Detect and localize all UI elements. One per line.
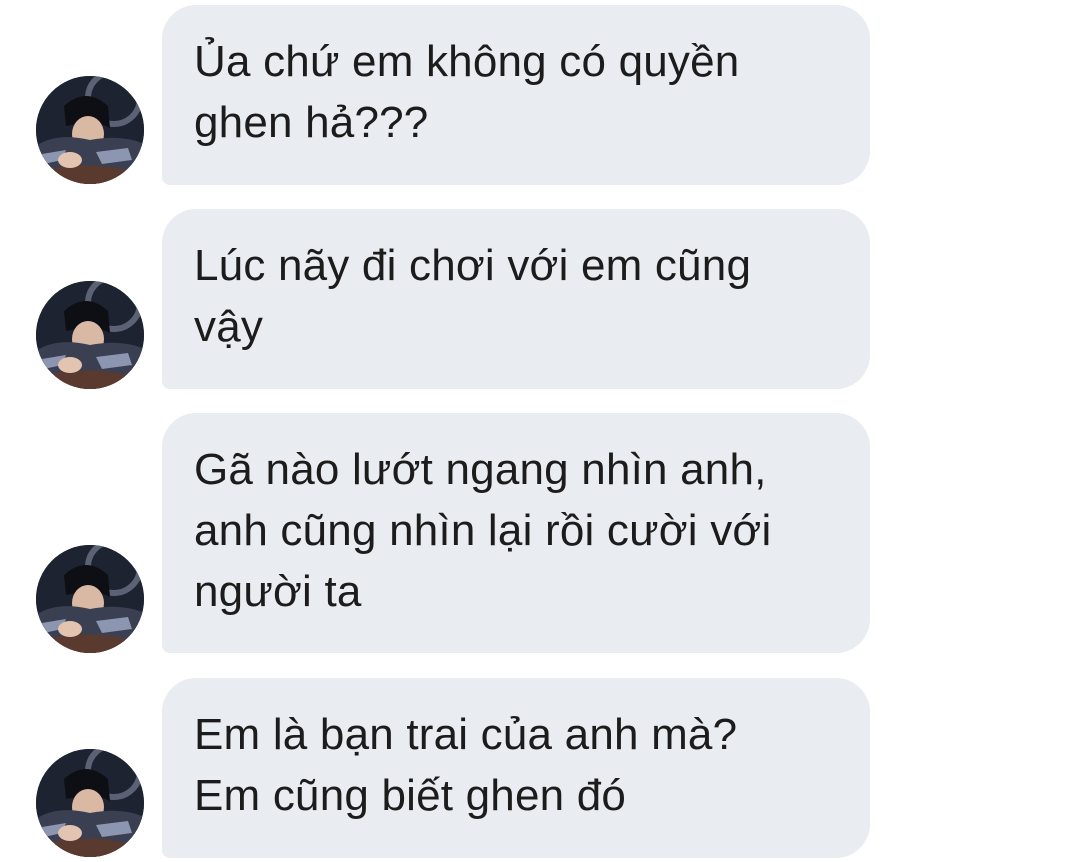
- user-avatar-photo-icon: [36, 76, 144, 184]
- avatar[interactable]: [36, 545, 144, 653]
- message-bubble[interactable]: Lúc nãy đi chơi với em cũng vậy: [162, 209, 870, 389]
- message-text-line: Em cũng biết ghen đó: [194, 771, 627, 820]
- user-avatar-photo-icon: [36, 281, 144, 389]
- avatar[interactable]: [36, 76, 144, 184]
- message-text-line: người ta: [194, 567, 362, 616]
- message-text-line: vậy: [194, 302, 264, 351]
- message-text-line: Em là bạn trai của anh mà?: [194, 710, 738, 759]
- user-avatar-photo-icon: [36, 749, 144, 857]
- message-thread: Ủa chứ em không có quyền ghen hả??? Lúc …: [0, 0, 1080, 862]
- message-bubble[interactable]: Em là bạn trai của anh mà? Em cũng biết …: [162, 678, 870, 858]
- message-bubble[interactable]: Ủa chứ em không có quyền ghen hả???: [162, 5, 870, 185]
- avatar[interactable]: [36, 749, 144, 857]
- message-text-line: Ủa chứ em không có quyền: [194, 37, 740, 86]
- message-text-line: anh cũng nhìn lại rồi cười với: [194, 506, 772, 555]
- avatar[interactable]: [36, 281, 144, 389]
- message-text-line: Gã nào lướt ngang nhìn anh,: [194, 445, 767, 494]
- message-bubble[interactable]: Gã nào lướt ngang nhìn anh, anh cũng nhì…: [162, 413, 870, 653]
- message-text-line: Lúc nãy đi chơi với em cũng: [194, 241, 752, 290]
- user-avatar-photo-icon: [36, 545, 144, 653]
- message-text-line: ghen hả???: [194, 98, 429, 147]
